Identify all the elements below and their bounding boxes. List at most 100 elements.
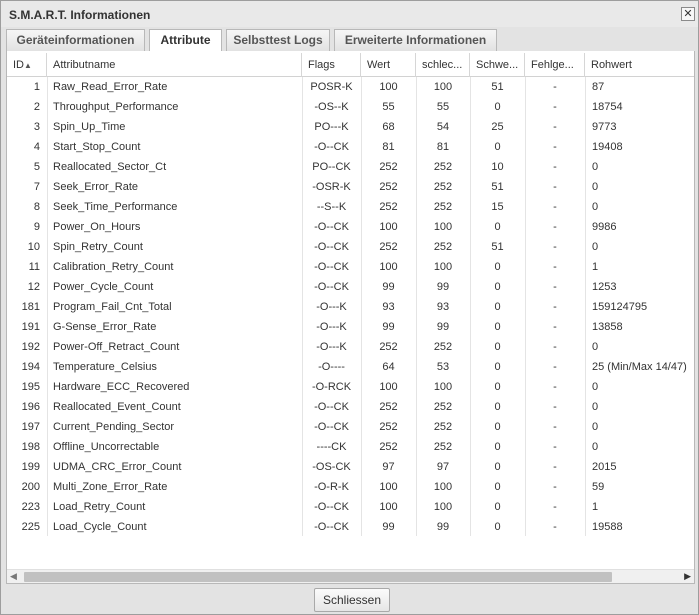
cell-flags: -O---K (316, 321, 347, 333)
cell-wert: 81 (382, 141, 395, 153)
table-row[interactable]: 9 Power_On_Hours -O--CK 100 100 0 - 9986 (7, 217, 694, 237)
cell-rohwert: 2015 (592, 461, 617, 473)
horizontal-scrollbar[interactable]: ◀ ▶ (7, 569, 694, 583)
table-row[interactable]: 3 Spin_Up_Time PO---K 68 54 25 - 9773 (7, 117, 694, 137)
dialog-title: S.M.A.R.T. Informationen (9, 8, 151, 22)
cell-attributname: Raw_Read_Error_Rate (53, 81, 168, 93)
table-row[interactable]: 198 Offline_Uncorrectable ----CK 252 252 0 - 0 (7, 437, 694, 457)
cell-attributname: G-Sense_Error_Rate (53, 321, 157, 333)
table-row[interactable]: 195 Hardware_ECC_Recovered -O-RCK 100 100 0 - 0 (7, 377, 694, 397)
attribute-panel: ID▲ Attributname Flags Wert schlec... Sc… (6, 51, 695, 584)
column-header-id[interactable]: ID▲ (7, 53, 47, 77)
scrollbar-thumb[interactable] (24, 572, 612, 582)
tab-geraeteinformationen[interactable]: Geräteinformationen (6, 29, 145, 51)
arrow-left-icon[interactable]: ◀ (10, 571, 17, 582)
arrow-right-icon[interactable]: ▶ (684, 571, 691, 582)
smart-info-dialog: S.M.A.R.T. Informationen ✕ Geräteinforma… (0, 0, 699, 615)
table-row[interactable]: 5 Reallocated_Sector_Ct PO--CK 252 252 10 - 0 (7, 157, 694, 177)
cell-schlechtester: 54 (436, 121, 450, 133)
cell-fehlgeschlagen: - (553, 141, 557, 153)
cell-fehlgeschlagen: - (553, 341, 557, 353)
table-row[interactable]: 199 UDMA_CRC_Error_Count -OS-CK 97 97 0 - 2015 (7, 457, 694, 477)
cell-id: 195 (21, 381, 40, 393)
cell-attributname: Spin_Up_Time (53, 121, 126, 133)
table-row[interactable]: 4 Start_Stop_Count -O--CK 81 81 0 - 19408 (7, 137, 694, 157)
column-header-rohwert[interactable]: Rohwert (585, 53, 694, 77)
table-row[interactable]: 192 Power-Off_Retract_Count -O---K 252 252 0 -… (7, 337, 694, 357)
cell-schwellwert: 0 (494, 461, 501, 473)
cell-wert: 252 (379, 341, 398, 353)
table-row[interactable]: 197 Current_Pending_Sector -O--CK 252 252 0 - 0 (7, 417, 694, 437)
table-row[interactable]: 2 Throughput_Performance -OS--K 55 55 0 - 18754 (7, 97, 694, 117)
dialog-titlebar[interactable]: S.M.A.R.T. Informationen ✕ (1, 1, 698, 27)
column-header-schlechtester[interactable]: schlec... (416, 53, 470, 77)
table-row[interactable]: 194 Temperature_Celsius -O---- 64 53 0 - 25 (Mi… (7, 357, 694, 377)
cell-attributname: Offline_Uncorrectable (53, 441, 160, 453)
cell-flags: -O--CK (314, 241, 349, 253)
tab-attribute[interactable]: Attribute (149, 29, 222, 52)
cell-rohwert: 1 (592, 261, 599, 273)
cell-id: 9 (33, 221, 40, 233)
table-row[interactable]: 191 G-Sense_Error_Rate -O---K 99 99 0 - 13858 (7, 317, 694, 337)
cell-flags: -O--CK (314, 421, 349, 433)
table-row[interactable]: 7 Seek_Error_Rate -OSR-K 252 252 51 - 0 (7, 177, 694, 197)
column-header-flags[interactable]: Flags (302, 53, 361, 77)
cell-attributname: Program_Fail_Cnt_Total (53, 301, 172, 313)
column-header-schwellwert[interactable]: Schwe... (470, 53, 525, 77)
cell-rohwert: 1 (592, 501, 599, 513)
cell-attributname: Current_Pending_Sector (53, 421, 175, 433)
table-row[interactable]: 225 Load_Cycle_Count -O--CK 99 99 0 - 19588 (7, 517, 694, 537)
cell-rohwert: 9773 (592, 121, 617, 133)
table-row[interactable]: 8 Seek_Time_Performance --S--K 252 252 15 - 0 (7, 197, 694, 217)
column-header-attributname[interactable]: Attributname (47, 53, 302, 77)
cell-schwellwert: 0 (494, 401, 501, 413)
cell-fehlgeschlagen: - (553, 481, 557, 493)
cell-schlechtester: 252 (433, 181, 453, 193)
cell-fehlgeschlagen: - (553, 441, 557, 453)
cell-flags: -OSR-K (312, 181, 351, 193)
column-header-fehlgeschlagen[interactable]: Fehlge... (525, 53, 585, 77)
column-header-wert[interactable]: Wert (361, 53, 416, 77)
table-row[interactable]: 12 Power_Cycle_Count -O--CK 99 99 0 - 1253 (7, 277, 694, 297)
cell-attributname: Start_Stop_Count (53, 141, 141, 153)
table-row[interactable]: 11 Calibration_Retry_Count -O--CK 100 100 0 - 1 (7, 257, 694, 277)
cell-schlechtester: 252 (433, 241, 453, 253)
cell-id: 192 (21, 341, 40, 353)
cell-rohwert: 0 (592, 381, 599, 393)
tab-erweiterte-informationen[interactable]: Erweiterte Informationen (334, 29, 497, 51)
cell-wert: 99 (382, 321, 395, 333)
cell-wert: 100 (379, 481, 398, 493)
cell-rohwert: 13858 (592, 321, 623, 333)
table-row[interactable]: 10 Spin_Retry_Count -O--CK 252 252 51 - 0 (7, 237, 694, 257)
cell-rohwert: 0 (592, 341, 599, 353)
cell-attributname: Reallocated_Event_Count (53, 401, 181, 413)
table-row[interactable]: 1 Raw_Read_Error_Rate POSR-K 100 100 51 - 87 (7, 77, 694, 97)
close-icon[interactable]: ✕ (681, 7, 695, 21)
cell-rohwert: 0 (592, 441, 599, 453)
cell-fehlgeschlagen: - (553, 401, 557, 413)
cell-id: 199 (21, 461, 40, 473)
cell-schlechtester: 100 (433, 381, 453, 393)
cell-fehlgeschlagen: - (553, 381, 557, 393)
cell-flags: -O--CK (314, 141, 349, 153)
cell-flags: -O--CK (314, 501, 349, 513)
cell-fehlgeschlagen: - (553, 81, 557, 93)
cell-id: 225 (21, 521, 40, 533)
table-row[interactable]: 223 Load_Retry_Count -O--CK 100 100 0 - 1 (7, 497, 694, 517)
cell-id: 12 (27, 281, 40, 293)
cell-schwellwert: 0 (494, 301, 501, 313)
cell-schlechtester: 252 (433, 161, 453, 173)
table-row[interactable]: 196 Reallocated_Event_Count -O--CK 252 252 0 -… (7, 397, 694, 417)
cell-schlechtester: 99 (436, 321, 450, 333)
cell-flags: -OS--K (314, 101, 349, 113)
table-row[interactable]: 200 Multi_Zone_Error_Rate -O-R-K 100 100 0 - 59 (7, 477, 694, 497)
close-button[interactable]: Schliessen (314, 588, 390, 612)
cell-schwellwert: 0 (494, 221, 501, 233)
cell-wert: 100 (379, 381, 398, 393)
cell-fehlgeschlagen: - (553, 241, 557, 253)
cell-wert: 100 (379, 261, 398, 273)
table-row[interactable]: 181 Program_Fail_Cnt_Total -O---K 93 93 0 - 159… (7, 297, 694, 317)
tab-selbsttest-logs[interactable]: Selbsttest Logs (226, 29, 330, 51)
cell-id: 191 (21, 321, 40, 333)
cell-schwellwert: 0 (494, 141, 501, 153)
